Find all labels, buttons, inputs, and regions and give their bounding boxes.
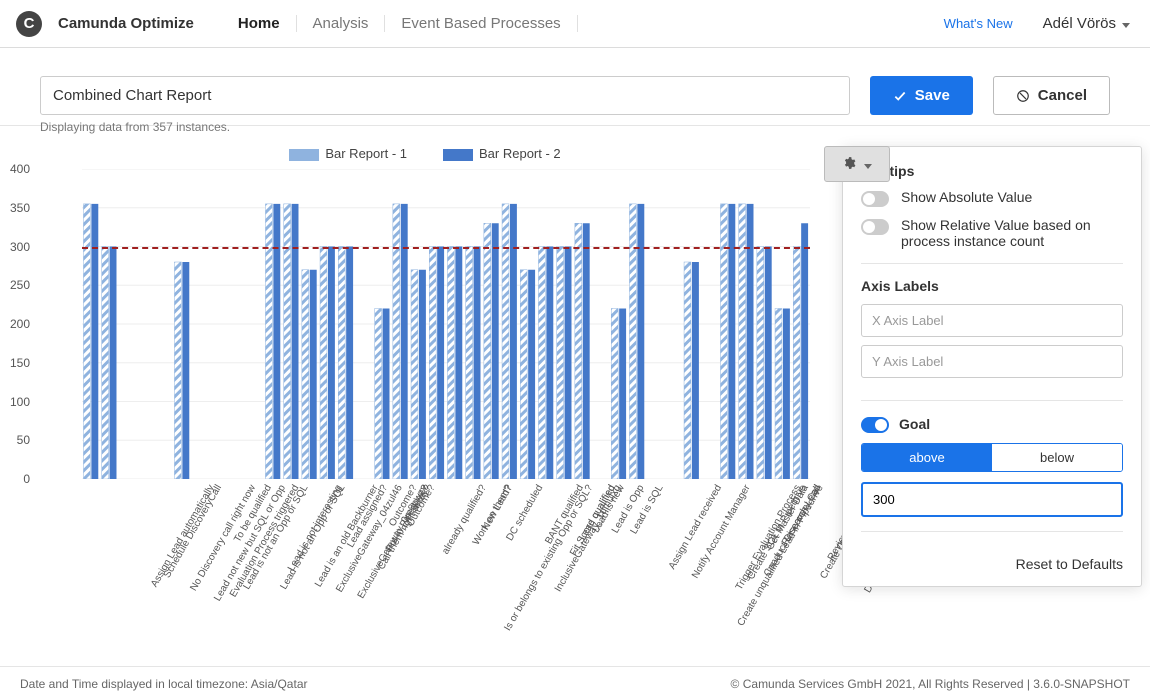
chart-settings-button[interactable] <box>824 146 890 182</box>
tooltips-heading: Tooltips <box>861 163 1123 179</box>
chart: Bar Report - 1 Bar Report - 2 0501001502… <box>40 146 810 646</box>
user-name: Adél Vörös <box>1043 15 1116 32</box>
report-name-input[interactable] <box>40 76 850 115</box>
whats-new-link[interactable]: What's New <box>944 16 1013 31</box>
seg-above[interactable]: above <box>862 444 992 471</box>
chart-settings-panel: Tooltips Show Absolute Value Show Relati… <box>842 146 1142 587</box>
app-logo: C <box>16 11 42 37</box>
goal-label: Goal <box>899 416 930 432</box>
chevron-down-icon <box>1122 15 1130 32</box>
nav-event-based-processes[interactable]: Event Based Processes <box>385 15 577 32</box>
legend-swatch-2 <box>443 149 473 161</box>
y-axis-label-input[interactable] <box>861 345 1123 378</box>
axis-labels-heading: Axis Labels <box>861 278 1123 294</box>
legend-item-2[interactable]: Bar Report - 2 <box>443 146 561 161</box>
goal-value-input[interactable] <box>861 482 1123 517</box>
goal-direction-segmented[interactable]: above below <box>861 443 1123 472</box>
footer-copyright: © Camunda Services GmbH 2021, All Rights… <box>731 677 1130 691</box>
check-icon <box>893 89 907 103</box>
gear-icon <box>842 156 856 173</box>
nav-home[interactable]: Home <box>222 15 297 32</box>
cancel-button-label: Cancel <box>1038 87 1087 104</box>
user-menu[interactable]: Adél Vörös <box>1043 15 1130 32</box>
reset-to-defaults[interactable]: Reset to Defaults <box>861 546 1123 572</box>
nav-analysis[interactable]: Analysis <box>297 15 386 32</box>
cancel-icon <box>1016 89 1030 103</box>
footer-timezone: Date and Time displayed in local timezon… <box>20 677 307 691</box>
chevron-down-icon <box>864 156 872 172</box>
goal-line <box>82 247 810 249</box>
toggle-show-relative[interactable] <box>861 219 889 235</box>
toggle-goal[interactable] <box>861 417 889 433</box>
legend-label-1: Bar Report - 1 <box>325 146 407 161</box>
instance-count-text: Displaying data from 357 instances. <box>0 120 1150 142</box>
product-name: Camunda Optimize <box>58 15 194 32</box>
legend-label-2: Bar Report - 2 <box>479 146 561 161</box>
toggle-show-relative-label: Show Relative Value based on process ins… <box>901 217 1123 249</box>
save-button-label: Save <box>915 87 950 104</box>
cancel-button[interactable]: Cancel <box>993 76 1110 115</box>
plot-area <box>82 169 810 479</box>
toggle-show-absolute-label: Show Absolute Value <box>901 189 1032 205</box>
legend-item-1[interactable]: Bar Report - 1 <box>289 146 407 161</box>
seg-below[interactable]: below <box>992 444 1122 471</box>
legend-swatch-1 <box>289 149 319 161</box>
save-button[interactable]: Save <box>870 76 973 115</box>
x-axis-label-input[interactable] <box>861 304 1123 337</box>
x-axis-labels: Assign Lead automaticallySchedule Discov… <box>82 479 810 639</box>
toggle-show-absolute[interactable] <box>861 191 889 207</box>
